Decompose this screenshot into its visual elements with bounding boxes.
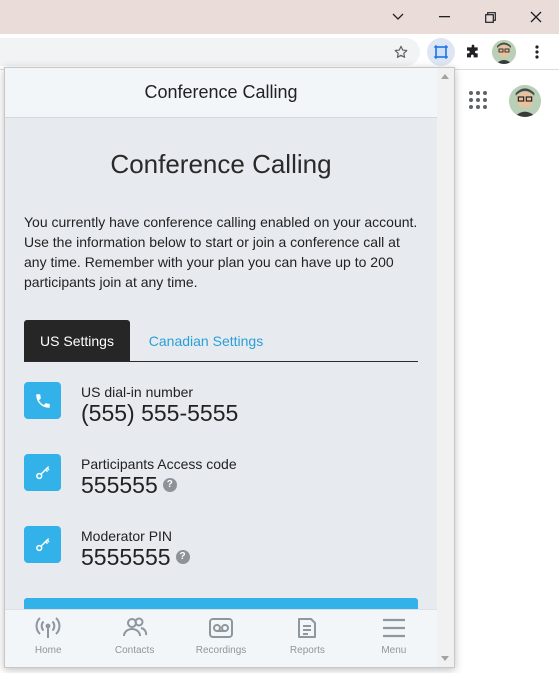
restore-icon[interactable] bbox=[467, 0, 513, 34]
scroll-up-icon[interactable] bbox=[441, 74, 449, 79]
access-code-value: 555555 bbox=[81, 472, 158, 498]
apps-grid-icon[interactable] bbox=[469, 91, 487, 109]
dial-in-number-row: US dial-in number (555) 555-5555 bbox=[24, 382, 418, 442]
scrollbar[interactable] bbox=[437, 68, 454, 667]
minimize-icon[interactable] bbox=[421, 0, 467, 34]
help-icon[interactable]: ? bbox=[175, 549, 190, 564]
browser-titlebar bbox=[0, 0, 559, 34]
moderator-pin-value: 5555555 bbox=[81, 544, 171, 570]
moderator-pin-row: Moderator PIN 5555555? bbox=[24, 526, 418, 586]
page-profile-avatar[interactable] bbox=[509, 85, 541, 117]
more-icon[interactable] bbox=[523, 38, 551, 66]
report-icon bbox=[298, 618, 317, 638]
description-text: You currently have conference calling en… bbox=[24, 214, 418, 290]
contacts-icon bbox=[122, 617, 147, 637]
chevron-down-icon[interactable] bbox=[375, 0, 421, 34]
nav-menu-label: Menu bbox=[381, 645, 407, 656]
extension-popup: Conference Calling Conference Calling Yo… bbox=[4, 67, 455, 668]
close-icon[interactable] bbox=[513, 0, 559, 34]
nav-recordings-label: Recordings bbox=[195, 645, 247, 656]
help-icon[interactable]: ? bbox=[162, 477, 177, 492]
tab-canadian-settings[interactable]: Canadian Settings bbox=[136, 320, 276, 361]
phone-icon bbox=[24, 382, 61, 419]
access-code-row: Participants Access code 555555? bbox=[24, 454, 418, 514]
nav-menu[interactable]: Menu bbox=[351, 610, 437, 667]
access-code-value-wrap: 555555? bbox=[81, 472, 177, 499]
dial-in-value: (555) 555-5555 bbox=[81, 400, 239, 426]
profile-avatar[interactable] bbox=[492, 40, 516, 64]
puzzle-icon[interactable] bbox=[459, 38, 487, 66]
moderator-pin-label: Moderator PIN bbox=[81, 528, 173, 544]
scroll-down-icon[interactable] bbox=[441, 656, 449, 661]
background-page bbox=[456, 70, 559, 673]
nav-reports-label: Reports bbox=[289, 645, 325, 656]
bottom-nav: Home Contacts Recordings Reports Menu bbox=[5, 609, 437, 667]
nav-home-label: Home bbox=[34, 645, 62, 656]
nav-reports[interactable]: Reports bbox=[264, 610, 350, 667]
popup-header: Conference Calling bbox=[5, 68, 437, 118]
key-icon bbox=[24, 454, 61, 491]
page-title: Conference Calling bbox=[110, 149, 332, 179]
extension-screen-icon[interactable] bbox=[427, 38, 455, 66]
nav-contacts-label: Contacts bbox=[114, 645, 155, 656]
moderator-pin-value-wrap: 5555555? bbox=[81, 544, 190, 571]
key-icon bbox=[24, 526, 61, 563]
tab-us-settings[interactable]: US Settings bbox=[24, 320, 130, 361]
browser-toolbar bbox=[0, 34, 559, 70]
address-bar[interactable] bbox=[0, 38, 420, 66]
dial-in-label: US dial-in number bbox=[81, 384, 194, 400]
nav-recordings[interactable]: Recordings bbox=[178, 610, 264, 667]
star-icon[interactable] bbox=[387, 38, 415, 66]
broadcast-icon bbox=[35, 617, 61, 638]
access-code-label: Participants Access code bbox=[81, 456, 237, 472]
nav-contacts[interactable]: Contacts bbox=[91, 610, 177, 667]
menu-icon bbox=[382, 618, 405, 638]
settings-tabs: US Settings Canadian Settings bbox=[24, 320, 418, 362]
nav-home[interactable]: Home bbox=[5, 610, 91, 667]
voicemail-icon bbox=[209, 618, 234, 638]
popup-header-title: Conference Calling bbox=[144, 82, 298, 102]
